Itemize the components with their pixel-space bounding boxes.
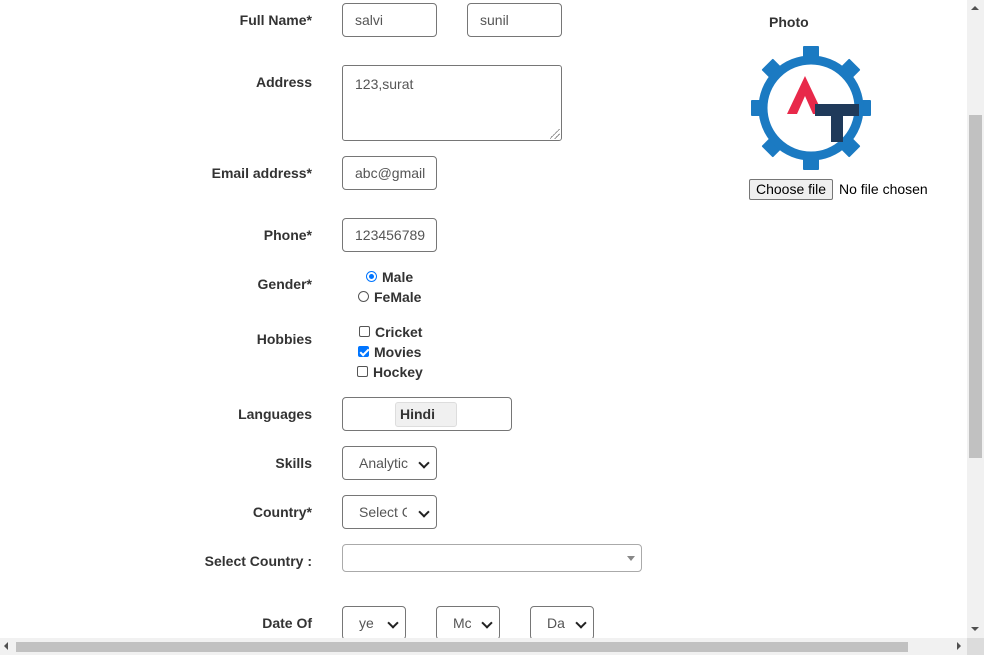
email-input[interactable]: abc@gmail xyxy=(342,156,437,190)
select-country-dropdown[interactable] xyxy=(342,544,642,572)
select-country-label: Select Country : xyxy=(204,553,312,569)
chevron-down-icon xyxy=(575,617,587,629)
hobby-hockey-checkbox[interactable] xyxy=(357,366,368,377)
chevron-down-icon xyxy=(481,617,493,629)
dropdown-arrow-icon xyxy=(627,556,635,561)
phone-input[interactable]: 123456789 xyxy=(342,218,437,252)
gear-logo-icon xyxy=(751,46,871,170)
resize-grip-icon[interactable] xyxy=(550,129,560,139)
first-name-input[interactable]: salvi xyxy=(342,3,437,37)
hobby-movies-checkbox[interactable] xyxy=(358,346,369,357)
choose-file-button[interactable]: Choose file xyxy=(749,179,834,200)
email-label: Email address* xyxy=(211,165,312,181)
scroll-right-icon[interactable] xyxy=(957,642,961,650)
languages-multiselect[interactable]: Hindi xyxy=(342,397,512,431)
dob-label: Date Of xyxy=(262,615,312,631)
gender-female-label: FeMale xyxy=(374,289,422,305)
gender-male-label: Male xyxy=(382,269,414,285)
language-tag-hindi[interactable]: Hindi xyxy=(395,402,457,427)
dob-day-value: Da xyxy=(547,615,565,631)
country-select[interactable]: Select C xyxy=(342,495,437,529)
gender-male-radio[interactable] xyxy=(366,271,377,282)
gender-label: Gender* xyxy=(257,276,312,292)
hobby-cricket-checkbox[interactable] xyxy=(359,326,370,337)
dob-day-select[interactable]: Da xyxy=(530,606,594,640)
address-value: 123,surat xyxy=(355,76,414,92)
photo-label: Photo xyxy=(769,14,809,30)
hobby-movies-label: Movies xyxy=(374,344,422,360)
skills-value: Analytic xyxy=(359,455,409,471)
dob-year-value: ye xyxy=(359,615,374,631)
chevron-down-icon xyxy=(418,457,430,469)
address-label: Address xyxy=(255,74,312,90)
scrollbar-corner xyxy=(967,638,984,655)
scroll-up-icon[interactable] xyxy=(971,6,979,10)
hobby-hockey-label: Hockey xyxy=(373,364,423,380)
file-status-text: No file chosen xyxy=(839,181,928,197)
last-name-input[interactable]: sunil xyxy=(467,3,562,37)
phone-label: Phone* xyxy=(263,227,312,243)
dob-month-select[interactable]: Mc xyxy=(436,606,500,640)
gender-female-radio[interactable] xyxy=(358,291,369,302)
skills-label: Skills xyxy=(275,455,312,471)
scroll-left-icon[interactable] xyxy=(4,642,8,650)
horizontal-scroll-thumb[interactable] xyxy=(16,642,908,652)
skills-select[interactable]: Analytic xyxy=(342,446,437,480)
hobby-cricket-label: Cricket xyxy=(375,324,423,340)
scroll-down-icon[interactable] xyxy=(971,627,979,631)
horizontal-scrollbar[interactable] xyxy=(0,638,967,655)
address-textarea[interactable]: 123,surat xyxy=(342,65,562,141)
country-value: Select C xyxy=(359,504,407,520)
country-label: Country* xyxy=(252,504,312,520)
vertical-scroll-thumb[interactable] xyxy=(969,115,982,458)
dob-month-value: Mc xyxy=(453,615,471,631)
languages-label: Languages xyxy=(238,406,312,422)
chevron-down-icon xyxy=(387,617,399,629)
full-name-label: Full Name* xyxy=(239,12,312,28)
chevron-down-icon xyxy=(418,506,430,518)
vertical-scrollbar[interactable] xyxy=(967,0,984,638)
hobbies-label: Hobbies xyxy=(256,331,312,347)
dob-year-select[interactable]: ye xyxy=(342,606,406,640)
